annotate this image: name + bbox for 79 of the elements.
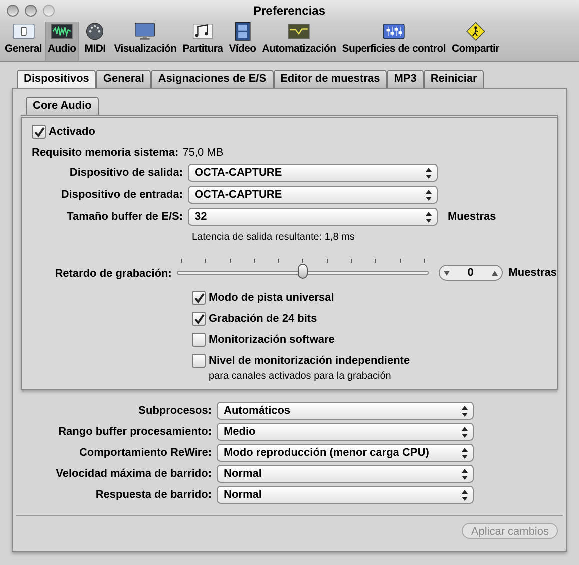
- tab[interactable]: Editor de muestras: [274, 70, 388, 88]
- tab[interactable]: Asignaciones de E/S: [151, 70, 274, 88]
- updown-arrows-icon: [462, 426, 468, 438]
- tick-mark: [180, 259, 182, 263]
- field-label: Retardo de grabación:: [54, 266, 173, 282]
- toolbar-tab[interactable]: Automatización: [259, 22, 340, 61]
- tab[interactable]: MP3: [387, 70, 424, 88]
- tick-mark: [351, 259, 352, 263]
- field-label: Dispositivo de entrada:: [60, 188, 184, 203]
- updown-arrows-icon: [462, 468, 468, 480]
- tick-mark: [205, 259, 206, 263]
- tick-mark: [230, 259, 231, 263]
- slider-thumb[interactable]: [298, 264, 308, 279]
- popup-menu[interactable]: Medio: [217, 423, 474, 441]
- tick-mark: [400, 259, 401, 263]
- popup-menu[interactable]: OCTA-CAPTURE: [188, 164, 438, 182]
- updown-arrows-icon: [462, 406, 468, 416]
- checkmark-icon: [194, 292, 204, 304]
- toolbar-tab[interactable]: Partitura: [180, 22, 226, 61]
- unit-label: Muestras: [448, 210, 496, 225]
- checkmark-icon: [194, 314, 204, 324]
- memory-label: Requisito memoria sistema:: [32, 146, 179, 161]
- tab[interactable]: General: [96, 70, 152, 88]
- toolbar-tab[interactable]: Superficies de control: [339, 22, 449, 61]
- toolbar-tab[interactable]: Vídeo: [226, 22, 260, 61]
- unit-label: Muestras: [508, 266, 557, 281]
- tick-mark: [254, 259, 255, 263]
- memory-value: 75,0 MB: [182, 146, 224, 161]
- updown-arrows-icon: [462, 448, 468, 458]
- popup-menu[interactable]: 32: [188, 208, 438, 226]
- checkbox[interactable]: [32, 125, 46, 139]
- slider[interactable]: [176, 259, 429, 281]
- toolbar-tab[interactable]: Compartir: [448, 22, 502, 61]
- checkbox[interactable]: [192, 333, 206, 347]
- checkbox-label: Grabación de 24 bits: [209, 312, 318, 327]
- popup-menu[interactable]: OCTA-CAPTURE: [188, 186, 438, 204]
- toolbar-tab[interactable]: Visualización: [111, 22, 180, 61]
- tick-mark: [326, 259, 328, 263]
- field-label: Subprocesos:: [138, 404, 213, 419]
- tick-mark: [302, 259, 304, 263]
- tick-mark: [424, 259, 425, 263]
- up-arrow-icon[interactable]: [492, 270, 498, 276]
- tick-mark: [375, 259, 376, 263]
- down-arrow-icon[interactable]: [444, 270, 450, 276]
- close-window-icon[interactable]: [7, 5, 19, 17]
- stepper-field[interactable]: 0: [438, 265, 503, 281]
- option-note: para canales activados para la grabación: [209, 370, 392, 384]
- minimize-window-icon[interactable]: [25, 5, 37, 17]
- tab[interactable]: Dispositivos: [17, 70, 96, 88]
- tick-mark: [278, 259, 280, 263]
- toolbar-tab[interactable]: Audio: [45, 22, 80, 61]
- checkmark-icon: [34, 126, 44, 138]
- popup-menu[interactable]: Normal: [217, 486, 474, 504]
- checkbox[interactable]: [192, 354, 206, 368]
- field-label: Tamaño buffer de E/S:: [66, 210, 184, 225]
- checkbox-label: Monitorización software: [209, 332, 335, 348]
- updown-arrows-icon: [426, 190, 432, 200]
- checkbox-label: Activado: [49, 124, 96, 140]
- field-label: Respuesta de barrido:: [94, 488, 213, 503]
- tab[interactable]: Reiniciar: [424, 70, 484, 88]
- field-label: Dispositivo de salida:: [68, 166, 184, 181]
- group-tab[interactable]: Core Audio: [26, 97, 99, 115]
- popup-menu[interactable]: Modo reproducción (menor carga CPU): [217, 444, 474, 462]
- field-label: Velocidad máxima de barrido:: [55, 466, 213, 482]
- toolbar-tab[interactable]: General: [2, 22, 46, 61]
- field-label: Comportamiento ReWire:: [78, 446, 213, 461]
- toolbar-tab[interactable]: MIDI: [79, 22, 112, 61]
- updown-arrows-icon: [462, 490, 468, 500]
- field-label: Rango buffer procesamiento:: [58, 424, 213, 440]
- checkbox[interactable]: [192, 312, 206, 326]
- checkbox[interactable]: [192, 291, 206, 305]
- updown-arrows-icon: [426, 168, 432, 178]
- latency-text: Latencia de salida resultante: 1,8 ms: [192, 231, 356, 245]
- popup-menu[interactable]: Automáticos: [217, 402, 474, 420]
- checkbox-label: Nivel de monitorización independiente: [209, 354, 410, 369]
- popup-menu[interactable]: Normal: [217, 465, 474, 483]
- updown-arrows-icon: [426, 212, 432, 222]
- window-title: Preferencias: [253, 3, 326, 20]
- checkbox-label: Modo de pista universal: [209, 290, 334, 306]
